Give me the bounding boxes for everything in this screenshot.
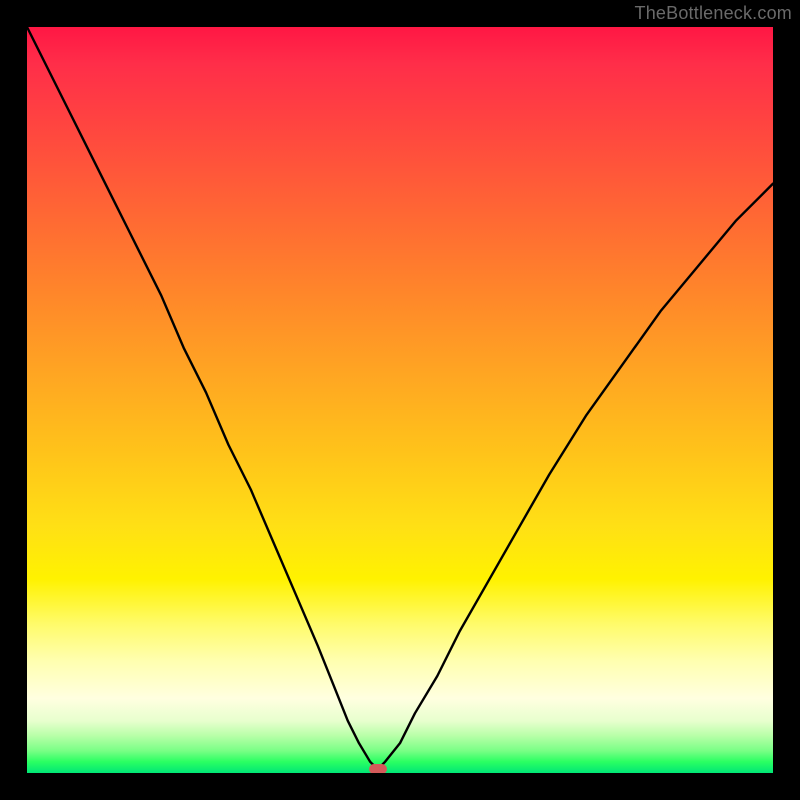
watermark-text: TheBottleneck.com <box>635 3 792 24</box>
bottleneck-curve <box>27 27 773 773</box>
chart-frame: TheBottleneck.com <box>0 0 800 800</box>
minimum-marker <box>369 764 387 773</box>
plot-area <box>27 27 773 773</box>
